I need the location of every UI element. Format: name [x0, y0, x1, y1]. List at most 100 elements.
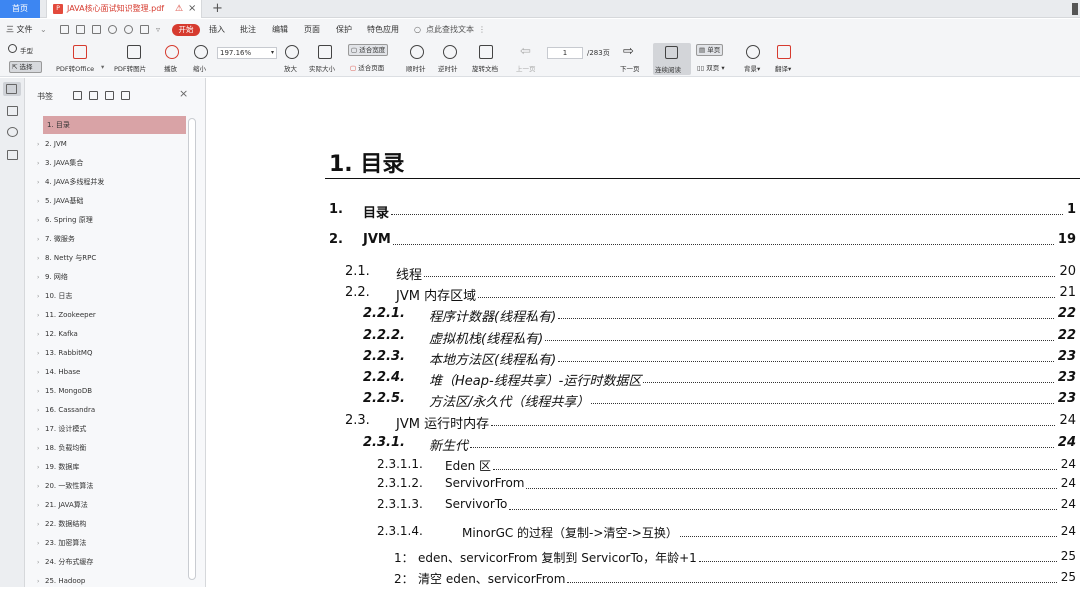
chevron-right-icon[interactable]: › — [37, 554, 45, 572]
attachment-icon[interactable] — [7, 150, 18, 160]
hand-tool-button[interactable]: 手型 — [20, 45, 33, 55]
chevron-right-icon[interactable]: › — [37, 535, 45, 553]
toc-entry[interactable]: 2.2. JVM 内存区域 21 — [207, 285, 1080, 304]
toc-entry[interactable]: 2.1. 线程 20 — [207, 264, 1080, 283]
prev-page-button[interactable]: 上一页 — [516, 63, 536, 73]
bookmark-item[interactable]: › 25. Hadoop — [37, 572, 207, 590]
close-panel-icon[interactable]: × — [179, 87, 188, 100]
bookmark-item[interactable]: › 21. JAVA算法 — [37, 496, 207, 514]
chevron-right-icon[interactable]: › — [37, 440, 45, 458]
chevron-right-icon[interactable]: › — [37, 497, 45, 515]
chevron-right-icon[interactable]: › — [37, 573, 45, 591]
toc-entry[interactable]: 2.2.3. 本地方法区(线程私有) 23 — [207, 349, 1080, 368]
chevron-right-icon[interactable]: › — [37, 421, 45, 439]
menu-annotate[interactable]: 批注 — [240, 19, 256, 41]
zoom-in-button[interactable]: 放大 — [284, 63, 297, 73]
collapse-all-icon[interactable] — [89, 91, 98, 100]
document-view[interactable]: 1. 目录 1. 目录 1 2. JVM 19 2.1. 线程 20 2.2. JVM 内存区域 21… — [207, 78, 1080, 587]
actual-size-button[interactable]: 实际大小 — [309, 63, 335, 73]
play-button[interactable]: 播放 — [164, 63, 177, 73]
chevron-right-icon[interactable]: › — [37, 459, 45, 477]
bookmark-panel-toggle[interactable] — [3, 82, 21, 96]
toc-entry[interactable]: 1. 目录 1 — [207, 202, 1080, 221]
tab-document[interactable]: P JAVA核心面试知识整理.pdf ⚠ × — [46, 0, 202, 18]
pdf-to-office-button[interactable]: PDF转Office — [56, 63, 94, 73]
chevron-right-icon[interactable]: › — [37, 326, 45, 344]
bookmark-item[interactable]: › 5. JAVA基础 — [37, 192, 207, 210]
bookmark-item[interactable]: › 12. Kafka — [37, 325, 207, 343]
chevron-right-icon[interactable]: › — [37, 402, 45, 420]
bookmark-item[interactable]: › 7. 微服务 — [37, 230, 207, 248]
bookmark-item[interactable]: 1. 目录 — [43, 116, 186, 134]
toc-entry[interactable]: 2： 清空 eden、servicorFrom 25 — [207, 570, 1080, 586]
annotation-icon[interactable] — [7, 127, 18, 137]
chevron-right-icon[interactable]: › — [37, 136, 45, 154]
chevron-right-icon[interactable]: › — [37, 250, 45, 268]
chevron-right-icon[interactable]: › — [37, 364, 45, 382]
bookmark-item[interactable]: › 3. JAVA集合 — [37, 154, 207, 172]
toc-entry[interactable]: 2.2.5. 方法区/永久代（线程共享） 23 — [207, 391, 1080, 410]
rotate-clockwise-button[interactable]: 顺时针 — [406, 63, 426, 73]
customize-caret-icon[interactable]: ▿ — [156, 19, 160, 41]
bookmark-item[interactable]: › 2. JVM — [37, 135, 207, 153]
bookmark-item[interactable]: › 8. Netty 与RPC — [37, 249, 207, 267]
chevron-down-icon[interactable]: ⌄ — [40, 19, 47, 41]
chevron-right-icon[interactable]: › — [37, 478, 45, 496]
open-folder-icon[interactable] — [60, 25, 69, 34]
new-tab-button[interactable]: + — [212, 0, 223, 18]
chevron-right-icon[interactable]: › — [37, 212, 45, 230]
expand-all-icon[interactable] — [73, 91, 82, 100]
chevron-right-icon[interactable]: › — [37, 345, 45, 363]
bookmark-item[interactable]: › 22. 数据结构 — [37, 515, 207, 533]
bookmark-item[interactable]: › 19. 数据库 — [37, 458, 207, 476]
menu-features[interactable]: 特色应用 — [367, 19, 399, 41]
chevron-right-icon[interactable]: › — [37, 174, 45, 192]
chevron-right-icon[interactable]: › — [37, 383, 45, 401]
bookmark-item[interactable]: › 9. 网络 — [37, 268, 207, 286]
chevron-right-icon[interactable]: › — [37, 516, 45, 534]
bookmark-item[interactable]: › 4. JAVA多线程并发 — [37, 173, 207, 191]
bookmark-item[interactable]: › 14. Hbase — [37, 363, 207, 381]
pdf-to-image-button[interactable]: PDF转图片 — [114, 63, 146, 73]
toc-entry[interactable]: 2.2.1. 程序计数器(线程私有) 22 — [207, 306, 1080, 325]
toc-entry[interactable]: 2.3.1.4. MinorGC 的过程（复制->清空->互换） 24 — [207, 524, 1080, 540]
fit-width-button[interactable]: ▢ 适合宽度 — [348, 44, 389, 56]
thumbnail-icon[interactable] — [7, 106, 18, 116]
bookmark-item[interactable]: › 16. Cassandra — [37, 401, 207, 419]
print-icon[interactable] — [92, 25, 101, 34]
rotate-counterclockwise-button[interactable]: 逆时针 — [438, 63, 458, 73]
chevron-right-icon[interactable]: › — [37, 269, 45, 287]
undo-icon[interactable] — [108, 25, 117, 34]
bookmark-scrollbar[interactable] — [188, 118, 196, 580]
zoom-select[interactable]: 197.16% ▾ — [217, 47, 277, 59]
toc-entry[interactable]: 2.3. JVM 运行时内存 24 — [207, 413, 1080, 432]
delete-bookmark-icon[interactable] — [121, 91, 130, 100]
search-text-input[interactable]: 点此查找文本 — [426, 19, 474, 41]
toc-entry[interactable]: 1： eden、servicorFrom 复制到 ServicorTo，年龄+1 2… — [207, 549, 1080, 565]
chevron-right-icon[interactable]: › — [37, 155, 45, 173]
zoom-out-button[interactable]: 缩小 — [193, 63, 206, 73]
menu-protect[interactable]: 保护 — [336, 19, 352, 41]
chevron-right-icon[interactable]: › — [37, 288, 45, 306]
menu-edit[interactable]: 编辑 — [272, 19, 288, 41]
bookmark-item[interactable]: › 6. Spring 原理 — [37, 211, 207, 229]
next-page-button[interactable]: 下一页 — [620, 63, 640, 73]
chevron-right-icon[interactable]: › — [37, 193, 45, 211]
continuous-read-button[interactable]: 连续阅读 — [653, 43, 691, 75]
menu-page[interactable]: 页面 — [304, 19, 320, 41]
tab-home[interactable]: 首页 — [0, 0, 40, 18]
page-number-input[interactable]: 1 — [547, 47, 583, 59]
fit-page-button[interactable]: ▢ 适合页面 — [350, 62, 384, 72]
double-page-button[interactable]: ▯▯ 双页 ▾ — [697, 62, 725, 72]
chevron-down-icon[interactable]: ▾ — [101, 63, 104, 71]
menu-insert[interactable]: 插入 — [209, 19, 225, 41]
toc-entry[interactable]: 2.2.4. 堆（Heap-线程共享）-运行时数据区 23 — [207, 370, 1080, 389]
add-bookmark-icon[interactable] — [105, 91, 114, 100]
more-icon[interactable]: ⋮ — [478, 19, 486, 41]
close-tab-icon[interactable]: × — [188, 0, 196, 18]
toc-entry[interactable]: 2.3.1.1. Eden 区 24 — [207, 457, 1080, 473]
toc-entry[interactable]: 2.2.2. 虚拟机栈(线程私有) 22 — [207, 328, 1080, 347]
export-icon[interactable] — [140, 25, 149, 34]
bookmark-item[interactable]: › 23. 加密算法 — [37, 534, 207, 552]
bookmark-item[interactable]: › 10. 日志 — [37, 287, 207, 305]
